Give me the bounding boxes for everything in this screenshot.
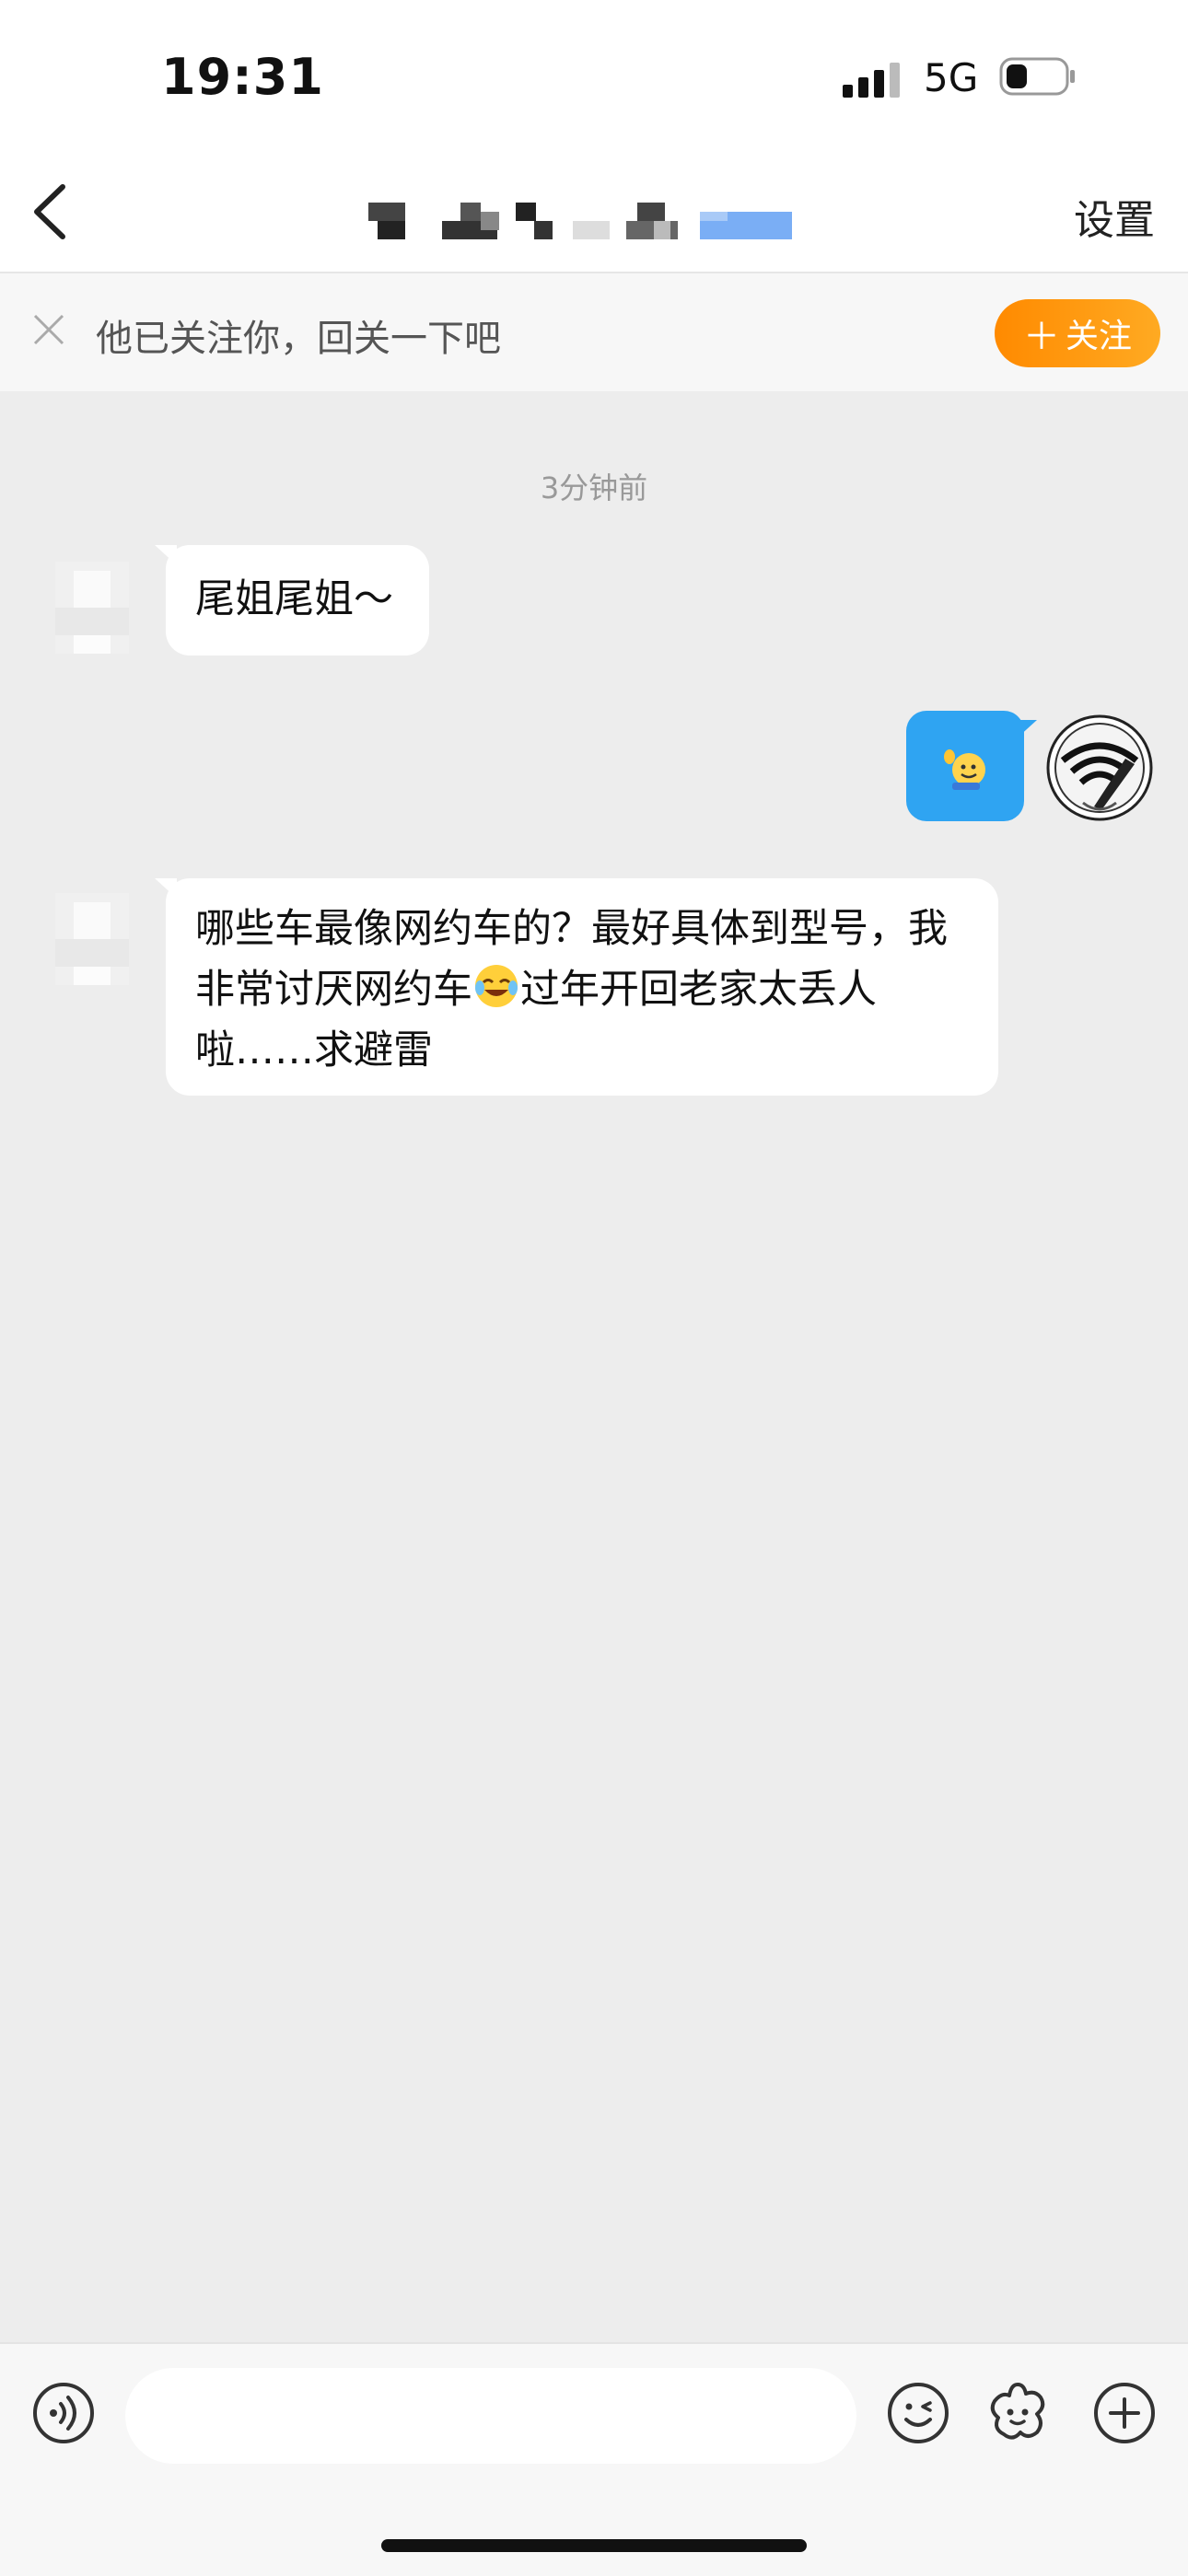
signal-icon [843, 63, 900, 98]
incoming-message: 哪些车最像网约车的？最好具体到型号，我非常讨厌网约车 过年开回老家太丢人啦……求避… [155, 878, 998, 1096]
settings-button[interactable]: 设置 [1074, 187, 1155, 246]
follow-back-banner: 他已关注你，回关一下吧 ＋ 关注 [0, 273, 1188, 391]
follow-button[interactable]: ＋ 关注 [995, 299, 1160, 367]
input-bar [0, 2342, 1188, 2576]
close-icon[interactable] [31, 312, 66, 347]
message-timestamp: 3分钟前 [540, 470, 648, 505]
chat-header: 设置 [0, 152, 1188, 273]
battery-icon [999, 57, 1075, 96]
contact-avatar[interactable] [37, 884, 147, 994]
my-avatar[interactable] [1046, 714, 1153, 821]
emoji-icon[interactable] [886, 2381, 950, 2445]
plus-icon: ＋ [1022, 316, 1060, 358]
plus-circle-icon[interactable] [1092, 2381, 1157, 2445]
status-bar: 19:31 5G [0, 0, 1188, 152]
voice-icon[interactable] [31, 2381, 96, 2445]
outgoing-sticker-message [906, 711, 1037, 821]
crying-laughing-emoji-icon [475, 965, 518, 1007]
home-indicator [381, 2539, 807, 2552]
chevron-left-icon[interactable] [26, 180, 81, 244]
waving-emoji-sticker [944, 749, 985, 790]
incoming-message: 尾姐尾姐～ [155, 545, 429, 656]
follow-button-label: 关注 [1065, 318, 1132, 355]
contact-avatar[interactable] [37, 552, 147, 663]
status-time: 19:31 [161, 48, 324, 106]
network-label: 5G [924, 55, 979, 100]
message-input[interactable] [125, 2368, 856, 2464]
contact-name-obscured [368, 203, 792, 239]
message-text: 尾姐尾姐～ [195, 576, 393, 622]
sticker-icon[interactable] [984, 2379, 1052, 2447]
follow-back-prompt: 他已关注你，回关一下吧 [96, 318, 501, 360]
